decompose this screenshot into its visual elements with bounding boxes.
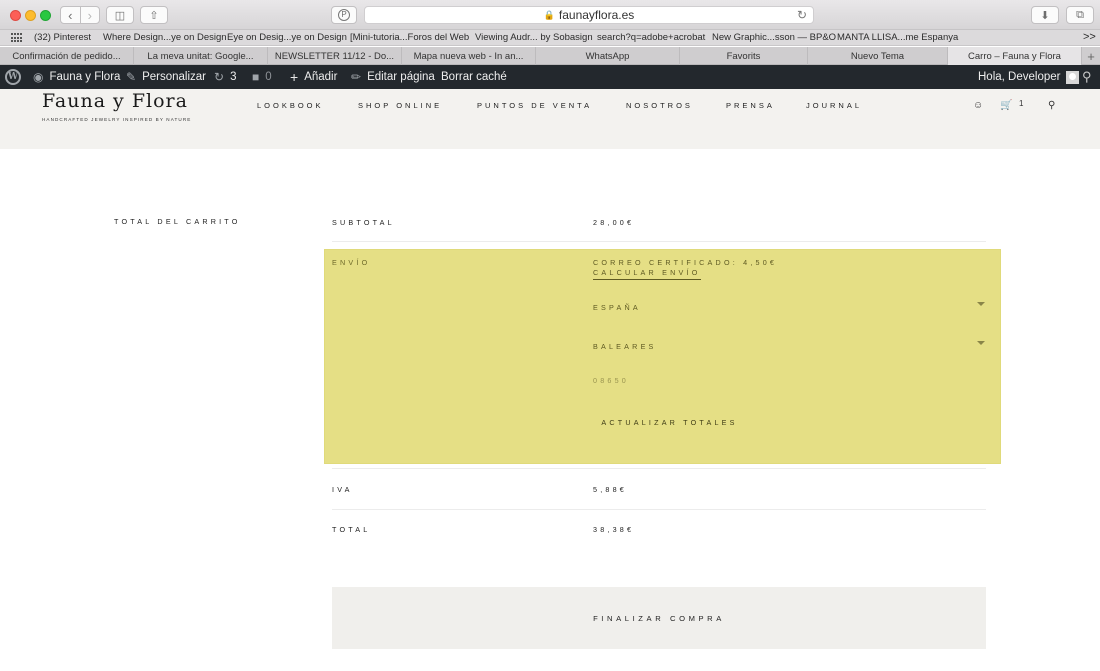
- url-bar[interactable]: 🔒 faunayflora.es ↻: [364, 6, 814, 24]
- browser-tab[interactable]: Confirmación de pedido...: [0, 47, 134, 65]
- country-select[interactable]: ESPAÑA: [593, 300, 986, 316]
- user-icon[interactable]: ☺: [973, 100, 983, 111]
- bookmark-item[interactable]: [Mini-tutoria...Foros del Web: [350, 32, 469, 43]
- checkout-button[interactable]: FINALIZAR COMPRA: [332, 587, 986, 649]
- clear-cache-link[interactable]: Borrar caché: [441, 65, 507, 89]
- nav-puntos-de-venta[interactable]: PUNTOS DE VENTA: [477, 101, 592, 110]
- browser-tab[interactable]: WhatsApp: [536, 47, 680, 65]
- history-nav: ‹ ›: [60, 6, 100, 24]
- nav-prensa[interactable]: PRENSA: [726, 101, 775, 110]
- grid-icon[interactable]: [11, 33, 23, 43]
- sidebar-icon[interactable]: ◫: [106, 6, 134, 24]
- new-tab-button[interactable]: +: [1082, 47, 1100, 65]
- nav-journal[interactable]: JOURNAL: [806, 101, 862, 110]
- lock-icon: 🔒: [543, 9, 555, 20]
- brush-icon: ✎: [126, 70, 137, 84]
- account-menu[interactable]: Hola, Developer: [978, 65, 1080, 89]
- browser-tab[interactable]: Nuevo Tema: [808, 47, 948, 65]
- browser-tab[interactable]: Favorits: [680, 47, 808, 65]
- browser-tab[interactable]: Mapa nueva web - In an...: [402, 47, 536, 65]
- greeting-label: Hola, Developer: [978, 71, 1061, 83]
- bookmark-item[interactable]: Where Design...ye on Design: [103, 32, 227, 43]
- dashboard-icon: ◉: [33, 70, 44, 84]
- update-totals-button[interactable]: ACTUALIZAR TOTALES: [597, 414, 742, 430]
- country-value: ESPAÑA: [593, 303, 641, 312]
- edit-page-link[interactable]: ✏ Editar página: [351, 65, 435, 89]
- browser-tab[interactable]: NEWSLETTER 11/12 - Do...: [268, 47, 402, 65]
- site-logo[interactable]: Fauna y Flora: [42, 90, 188, 112]
- nav-nosotros[interactable]: NOSOTROS: [626, 101, 693, 110]
- bookmark-item[interactable]: Viewing Audr... by Sobasign: [475, 32, 593, 43]
- tax-label: IVA: [332, 485, 353, 494]
- row-divider: [332, 241, 986, 242]
- nav-lookbook[interactable]: LOOKBOOK: [257, 101, 324, 110]
- updates-count: 3: [230, 71, 237, 83]
- shipping-highlight: [324, 249, 1001, 464]
- shipping-method: CORREO CERTIFICADO: 4,50€: [593, 258, 778, 267]
- tab-strip: Confirmación de pedido... La meva unitat…: [0, 47, 1100, 65]
- tab-overview-icon[interactable]: ⧉: [1066, 6, 1094, 24]
- comments-link[interactable]: ■ 0: [252, 65, 272, 89]
- updates-link[interactable]: ↻ 3: [214, 65, 236, 89]
- add-new-label: Añadir: [304, 71, 338, 83]
- reload-icon[interactable]: ↻: [797, 8, 807, 22]
- subtotal-value: 28,00€: [593, 218, 635, 227]
- forward-icon[interactable]: ›: [79, 7, 100, 23]
- bookmark-item[interactable]: New Graphic...sson — BP&O: [712, 32, 836, 43]
- bookmarks-bar: (32) Pinterest Where Design...ye on Desi…: [0, 30, 1100, 46]
- customize-label: Personalizar: [142, 71, 206, 83]
- cart-icon[interactable]: 🛒: [1000, 100, 1012, 111]
- cart-totals-heading: TOTAL DEL CARRITO: [114, 217, 241, 226]
- site-tagline: HANDCRAFTED JEWELRY INSPIRED BY NATURE: [42, 117, 192, 122]
- customize-link[interactable]: ✎ Personalizar: [126, 65, 206, 89]
- wp-admin-bar: W ◉ Fauna y Flora ✎ Personalizar ↻ 3 ■ 0…: [0, 65, 1100, 89]
- shipping-label: ENVÍO: [332, 258, 371, 267]
- chevron-down-icon: [977, 302, 985, 306]
- download-icon[interactable]: ⬇: [1031, 6, 1059, 24]
- browser-tab[interactable]: La meva unitat: Google...: [134, 47, 268, 65]
- site-name-label: Fauna y Flora: [49, 71, 121, 83]
- nav-shop-online[interactable]: SHOP ONLINE: [358, 101, 442, 110]
- calculate-shipping-link[interactable]: CALCULAR ENVÍO: [593, 268, 701, 280]
- back-icon[interactable]: ‹: [61, 7, 80, 23]
- bookmark-item[interactable]: (32) Pinterest: [34, 32, 91, 43]
- bookmark-item[interactable]: search?q=adobe+acrobat: [597, 32, 705, 43]
- bookmark-item[interactable]: MANTA LLISA...me Espanya: [837, 32, 958, 43]
- plus-icon: +: [290, 69, 299, 85]
- bookmarks-overflow[interactable]: >>: [1083, 31, 1096, 43]
- search-icon[interactable]: ⚲: [1082, 65, 1092, 89]
- bookmark-item[interactable]: Eye on Desig...ye on Design: [227, 32, 347, 43]
- wordpress-icon[interactable]: W: [5, 65, 21, 89]
- pinterest-icon[interactable]: P: [331, 6, 357, 24]
- site-header: Fauna y Flora HANDCRAFTED JEWELRY INSPIR…: [0, 89, 1100, 149]
- postcode-input[interactable]: 08650: [593, 376, 629, 385]
- comment-icon: ■: [252, 70, 260, 84]
- share-icon[interactable]: ⇧: [140, 6, 168, 24]
- avatar: [1066, 70, 1080, 84]
- tax-value: 5,88€: [593, 485, 627, 494]
- row-divider: [332, 509, 986, 510]
- close-window-button[interactable]: [10, 10, 21, 21]
- cart-count: 1: [1019, 99, 1024, 108]
- total-value: 38,38€: [593, 525, 635, 534]
- add-new-link[interactable]: + Añadir: [290, 65, 337, 89]
- site-name-link[interactable]: ◉ Fauna y Flora: [33, 65, 120, 89]
- edit-page-label: Editar página: [367, 71, 435, 83]
- row-divider: [332, 468, 986, 469]
- subtotal-label: SUBTOTAL: [332, 218, 395, 227]
- region-select[interactable]: BALEARES: [593, 339, 986, 355]
- browser-titlebar: ‹ › ◫ ⇧ P 🔒 faunayflora.es ↻ ⬇ ⧉: [0, 0, 1100, 30]
- updates-icon: ↻: [214, 70, 225, 84]
- minimize-window-button[interactable]: [25, 10, 36, 21]
- region-value: BALEARES: [593, 342, 657, 351]
- search-icon[interactable]: ⚲: [1048, 100, 1055, 111]
- url-text: faunayflora.es: [558, 8, 635, 22]
- total-label: TOTAL: [332, 525, 371, 534]
- chevron-down-icon: [977, 341, 985, 345]
- pencil-icon: ✏: [351, 70, 362, 84]
- zoom-window-button[interactable]: [40, 10, 51, 21]
- browser-tab-active[interactable]: Carro – Fauna y Flora: [948, 47, 1082, 65]
- comments-count: 0: [265, 71, 272, 83]
